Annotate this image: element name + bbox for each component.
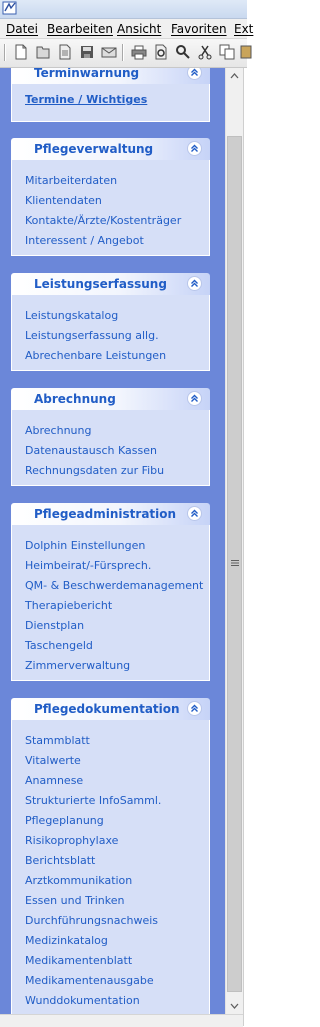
new-document-icon[interactable] (13, 44, 29, 60)
group-terminwarnung: Terminwarnung Termine / Wichtiges (11, 68, 210, 122)
group-header[interactable]: Pflegeadministration (11, 503, 210, 525)
group-body: Abrechnung Datenaustausch Kassen Rechnun… (11, 410, 210, 486)
task-leistungserfassung-allg[interactable]: Leistungserfassung allg. (25, 329, 159, 342)
task-qm-beschwerdemanagement[interactable]: QM- & Beschwerdemanagement (25, 579, 203, 592)
menu-bearbeiten[interactable]: Bearbeiten (47, 22, 113, 36)
scroll-up-icon[interactable] (226, 68, 243, 85)
cut-icon[interactable] (197, 44, 213, 60)
copy-icon[interactable] (219, 44, 235, 60)
menu-extras[interactable]: Ext (234, 22, 253, 36)
group-body: Termine / Wichtiges (11, 84, 210, 122)
title-bar (0, 0, 247, 19)
group-header[interactable]: Leistungserfassung (11, 273, 210, 295)
task-abrechenbare-leistungen[interactable]: Abrechenbare Leistungen (25, 349, 166, 362)
group-title: Abrechnung (34, 392, 116, 406)
group-pflegedokumentation: Pflegedokumentation Stammblatt Vitalwert… (11, 698, 210, 1014)
task-vitalwerte[interactable]: Vitalwerte (25, 754, 81, 767)
task-zimmerverwaltung[interactable]: Zimmerverwaltung (25, 659, 130, 672)
task-strukturierte-infosamml[interactable]: Strukturierte InfoSamml. (25, 794, 161, 807)
task-leistungskatalog[interactable]: Leistungskatalog (25, 309, 118, 322)
task-anamnese[interactable]: Anamnese (25, 774, 83, 787)
toolbar-separator (4, 44, 5, 61)
task-dolphin-einstellungen[interactable]: Dolphin Einstellungen (25, 539, 145, 552)
task-essen-trinken[interactable]: Essen und Trinken (25, 894, 124, 907)
menu-datei[interactable]: Datei (6, 22, 38, 36)
collapse-chevron-icon[interactable] (187, 68, 202, 80)
save-icon[interactable] (79, 44, 95, 60)
group-title: Terminwarnung (34, 68, 140, 80)
task-medikamentenblatt[interactable]: Medikamentenblatt (25, 954, 132, 967)
bottom-bar (0, 1014, 243, 1027)
collapse-chevron-icon[interactable] (187, 276, 202, 291)
vertical-scrollbar[interactable] (225, 68, 243, 1014)
collapse-chevron-icon[interactable] (187, 701, 202, 716)
group-title: Pflegeverwaltung (34, 142, 154, 156)
scroll-down-icon[interactable] (226, 997, 243, 1014)
task-medikamentenausgabe[interactable]: Medikamentenausgabe (25, 974, 154, 987)
grip-icon (231, 557, 239, 566)
task-interessent-angebot[interactable]: Interessent / Angebot (25, 234, 144, 247)
paste-icon[interactable] (240, 44, 256, 60)
collapse-chevron-icon[interactable] (187, 506, 202, 521)
task-berichtsblatt[interactable]: Berichtsblatt (25, 854, 95, 867)
menu-favoriten[interactable]: Favoriten (171, 22, 227, 36)
toolbar (0, 39, 252, 68)
window-edge (243, 68, 248, 1026)
task-arztkommunikation[interactable]: Arztkommunikation (25, 874, 132, 887)
task-pane: Terminwarnung Termine / Wichtiges Pflege… (0, 68, 225, 1014)
group-title: Pflegeadministration (34, 507, 177, 521)
toolbar-separator (122, 44, 123, 61)
task-mitarbeiterdaten[interactable]: Mitarbeiterdaten (25, 174, 117, 187)
group-body: Dolphin Einstellungen Heimbeirat/-Fürspr… (11, 525, 210, 681)
find-icon[interactable] (175, 44, 191, 60)
document-icon[interactable] (57, 44, 73, 60)
task-rechnungsdaten-fibu[interactable]: Rechnungsdaten zur Fibu (25, 464, 164, 477)
scrollbar-thumb[interactable] (227, 136, 242, 992)
group-header[interactable]: Abrechnung (11, 388, 210, 410)
group-header[interactable]: Pflegedokumentation (11, 698, 210, 720)
open-document-icon[interactable] (35, 44, 51, 60)
menu-bar: Datei Bearbeiten Ansicht Favoriten Ext (0, 19, 253, 39)
app-icon (2, 1, 18, 15)
collapse-chevron-icon[interactable] (187, 391, 202, 406)
collapse-chevron-icon[interactable] (187, 141, 202, 156)
mail-icon[interactable] (101, 44, 117, 60)
task-kontakte[interactable]: Kontakte/Ärzte/Kostenträger (25, 214, 181, 227)
task-pflegeplanung[interactable]: Pflegeplanung (25, 814, 104, 827)
task-medizinkatalog[interactable]: Medizinkatalog (25, 934, 108, 947)
group-body: Leistungskatalog Leistungserfassung allg… (11, 295, 210, 371)
task-durchfuehrungsnachweis[interactable]: Durchführungsnachweis (25, 914, 158, 927)
task-stammblatt[interactable]: Stammblatt (25, 734, 90, 747)
group-pflegeverwaltung: Pflegeverwaltung Mitarbeiterdaten Klient… (11, 138, 210, 256)
menu-ansicht[interactable]: Ansicht (117, 22, 161, 36)
group-leistungserfassung: Leistungserfassung Leistungskatalog Leis… (11, 273, 210, 371)
task-klientendaten[interactable]: Klientendaten (25, 194, 102, 207)
print-icon[interactable] (131, 44, 147, 60)
task-datenaustausch-kassen[interactable]: Datenaustausch Kassen (25, 444, 157, 457)
task-therapiebericht[interactable]: Therapiebericht (25, 599, 112, 612)
group-body: Mitarbeiterdaten Klientendaten Kontakte/… (11, 160, 210, 256)
group-abrechnung: Abrechnung Abrechnung Datenaustausch Kas… (11, 388, 210, 486)
task-taschengeld[interactable]: Taschengeld (25, 639, 93, 652)
task-risikoprophylaxe[interactable]: Risikoprophylaxe (25, 834, 118, 847)
group-title: Leistungserfassung (34, 277, 167, 291)
task-dienstplan[interactable]: Dienstplan (25, 619, 84, 632)
task-heimbeirat[interactable]: Heimbeirat/-Fürsprech. (25, 559, 151, 572)
task-wunddokumentation[interactable]: Wunddokumentation (25, 994, 140, 1007)
group-title: Pflegedokumentation (34, 702, 180, 716)
group-body: Stammblatt Vitalwerte Anamnese Strukturi… (11, 720, 210, 1014)
group-pflegeadministration: Pflegeadministration Dolphin Einstellung… (11, 503, 210, 681)
print-preview-icon[interactable] (153, 44, 169, 60)
group-header[interactable]: Terminwarnung (11, 68, 210, 84)
task-abrechnung[interactable]: Abrechnung (25, 424, 91, 437)
task-termine-wichtiges[interactable]: Termine / Wichtiges (25, 93, 147, 106)
group-header[interactable]: Pflegeverwaltung (11, 138, 210, 160)
